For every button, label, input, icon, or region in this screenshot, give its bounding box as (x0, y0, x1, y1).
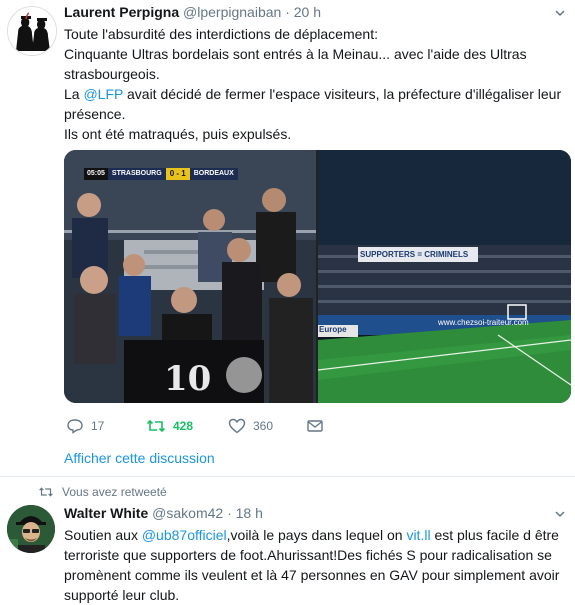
score-away-team: BORDEAUX (189, 168, 238, 180)
author-name[interactable]: Laurent Perpigna (64, 4, 179, 20)
mention-link[interactable]: @LFP (83, 86, 123, 102)
stadium-banner-text: SUPPORTERS = CRIMINELS (360, 250, 469, 259)
tweet-line: Ils ont été matraqués, puis expulsés. (64, 126, 292, 142)
score-home-team: STRASBOURG (107, 168, 166, 180)
svg-text:10: 10 (164, 359, 211, 399)
tweet-line: présence. (64, 106, 126, 122)
header-separator: · (285, 4, 290, 20)
text-fragment: Soutien aux (64, 527, 142, 543)
avatar[interactable] (7, 505, 55, 553)
tweet-walter-white[interactable]: Vous avez retweeté Walter White @sakom42… (0, 477, 575, 604)
chevron-down-icon[interactable] (555, 509, 565, 519)
tweet-line: supporté leur club. (64, 587, 180, 603)
envelope-icon (307, 420, 323, 432)
reply-count: 17 (91, 419, 105, 433)
avatar-silhouettes-image (8, 7, 56, 55)
photo-stadium[interactable]: SUPPORTERS = CRIMINELS Europe www.chezso… (317, 150, 571, 403)
author-handle[interactable]: @sakom42 (152, 505, 223, 521)
direct-message-button[interactable] (306, 418, 324, 434)
mention-link[interactable]: @ub87officiel (142, 527, 227, 543)
url-link[interactable]: vit.ll (406, 527, 430, 543)
media-grid: 10 05:05 STRASBOURG 0 - 1 BORDEAUX SUPPO… (64, 150, 571, 403)
retweet-context: Vous avez retweeté (38, 485, 167, 499)
like-button[interactable]: 360 (228, 418, 273, 434)
retweet-icon (146, 419, 166, 433)
text-fragment: La (64, 86, 84, 102)
avatar-portrait-image (7, 505, 55, 553)
retweet-button[interactable]: 428 (146, 418, 193, 434)
tweet-text: Soutien aux @ub87officiel,voilà le pays … (64, 525, 569, 605)
tweet-actions: 17 428 360 (64, 418, 344, 438)
heart-icon (228, 418, 246, 434)
tweet-line: promènent comme ils veulent et là 47 per… (64, 567, 560, 583)
ad-board-left: Europe (319, 325, 347, 334)
tweet-text: Toute l'absurdité des interdictions de d… (64, 24, 561, 144)
photo-stands[interactable]: 10 05:05 STRASBOURG 0 - 1 BORDEAUX (64, 150, 316, 403)
score-overlay: 05:05 STRASBOURG 0 - 1 BORDEAUX (84, 168, 238, 180)
avatar[interactable] (7, 6, 57, 56)
tweet-header: Walter White @sakom42 · 18 h (64, 505, 263, 521)
reply-button[interactable]: 17 (66, 418, 104, 434)
photo-stadium-image (317, 150, 571, 403)
tweet-line: terroriste que supporters de foot.Ahuris… (64, 547, 552, 563)
text-fragment: avait décidé de fermer l'espace visiteur… (123, 86, 562, 102)
tweet-laurent-perpigna[interactable]: Laurent Perpigna @lperpignaiban · 20 h T… (0, 0, 575, 477)
retweeted-by-label: Vous avez retweeté (62, 485, 167, 499)
reply-icon (67, 419, 83, 434)
author-handle[interactable]: @lperpignaiban (183, 4, 281, 20)
tweet-line: La @LFP avait décidé de fermer l'espace … (64, 84, 561, 104)
tweet-line: Soutien aux @ub87officiel,voilà le pays … (64, 525, 569, 545)
chevron-down-icon[interactable] (555, 8, 565, 18)
header-separator: · (227, 505, 232, 521)
tweet-line: strasbourgeois. (64, 66, 160, 82)
text-fragment: ,voilà le pays dans lequel on (226, 527, 407, 543)
like-count: 360 (253, 419, 274, 433)
retweet-count: 428 (173, 419, 194, 433)
tweet-timestamp[interactable]: 20 h (294, 4, 321, 20)
show-thread-link[interactable]: Afficher cette discussion (64, 450, 215, 466)
tweet-header: Laurent Perpigna @lperpignaiban · 20 h (64, 4, 321, 20)
tweet-line: Toute l'absurdité des interdictions de d… (64, 26, 378, 42)
ad-board-right: www.chezsoi-traiteur.com (438, 318, 529, 327)
score-result: 0 - 1 (165, 168, 190, 180)
photo-stands-image: 10 (64, 150, 316, 403)
text-fragment: est plus facile d être (430, 527, 559, 543)
author-name[interactable]: Walter White (64, 505, 148, 521)
score-clock: 05:05 (84, 168, 108, 180)
tweet-timestamp[interactable]: 18 h (236, 505, 263, 521)
tweet-line: Cinquante Ultras bordelais sont entrés à… (64, 46, 527, 62)
retweet-small-icon (39, 487, 53, 497)
